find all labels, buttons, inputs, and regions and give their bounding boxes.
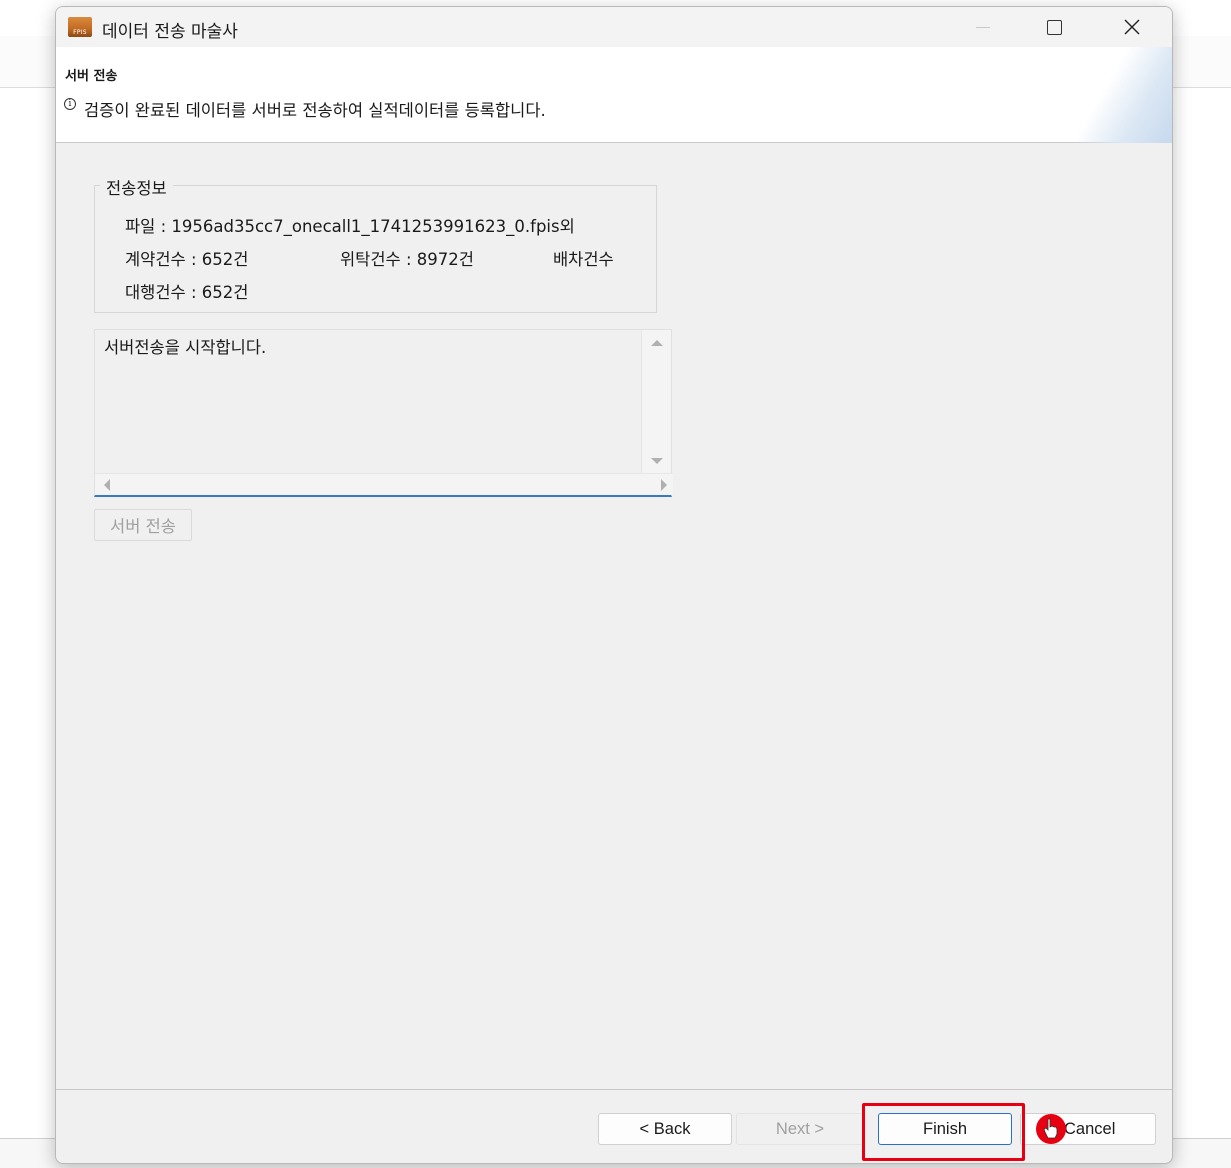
contract-count: 계약건수 : 652건 xyxy=(125,250,249,269)
close-button[interactable] xyxy=(1109,7,1155,47)
scroll-up-icon[interactable] xyxy=(651,340,663,346)
footer-separator xyxy=(56,1089,1172,1090)
scroll-right-icon[interactable] xyxy=(661,479,667,491)
close-icon xyxy=(1124,19,1140,35)
horizontal-scrollbar[interactable] xyxy=(95,473,673,495)
wizard-dialog: FPIS 데이터 전송 마술사 서버 전송 i 검증이 완료된 데이터를 서버로… xyxy=(55,6,1173,1164)
minimize-button[interactable] xyxy=(960,7,1006,47)
dispatch-count: 배차건수 xyxy=(553,250,614,269)
maximize-button[interactable] xyxy=(1031,7,1077,47)
log-text: 서버전송을 시작합니다. xyxy=(104,338,267,357)
server-send-button[interactable]: 서버 전송 xyxy=(94,509,192,541)
consign-count: 위탁건수 : 8972건 xyxy=(340,250,474,269)
transfer-info-legend: 전송정보 xyxy=(100,175,173,199)
hand-cursor-icon xyxy=(1036,1114,1066,1144)
log-textarea[interactable]: 서버전송을 시작합니다. xyxy=(94,329,673,497)
back-button[interactable]: < Back xyxy=(598,1113,732,1145)
finish-button[interactable]: Finish xyxy=(878,1113,1012,1145)
app-icon: FPIS xyxy=(68,17,92,37)
page-description: 검증이 완료된 데이터를 서버로 전송하여 실적데이터를 등록합니다. xyxy=(84,101,546,120)
info-icon: i xyxy=(64,98,76,110)
file-info: 파일 : 1956ad35cc7_onecall1_1741253991623_… xyxy=(125,217,575,236)
page-title: 서버 전송 xyxy=(65,69,118,84)
vertical-scrollbar[interactable] xyxy=(641,330,671,474)
app-icon-label: FPIS xyxy=(73,29,87,36)
window-title: 데이터 전송 마술사 xyxy=(102,22,238,42)
scroll-down-icon[interactable] xyxy=(651,458,663,464)
next-button[interactable]: Next > xyxy=(736,1113,864,1145)
title-bar[interactable]: FPIS 데이터 전송 마술사 xyxy=(56,7,1172,47)
header-decoration xyxy=(1062,47,1172,143)
scroll-left-icon[interactable] xyxy=(104,479,110,491)
agency-count: 대행건수 : 652건 xyxy=(125,283,249,302)
wizard-header: 서버 전송 i 검증이 완료된 데이터를 서버로 전송하여 실적데이터를 등록합… xyxy=(56,47,1172,143)
